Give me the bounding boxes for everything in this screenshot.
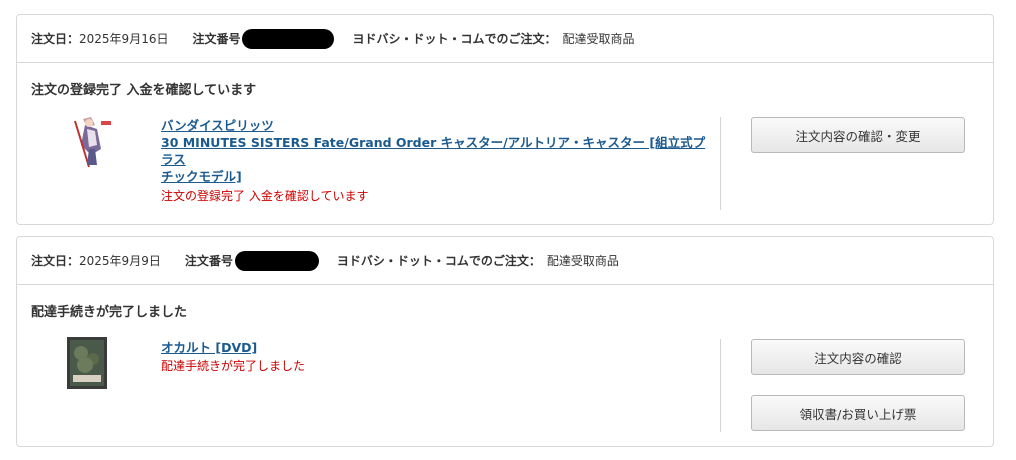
- order-number-redaction: [242, 28, 335, 49]
- order-card: 注文日： 2025年9月16日 注文番号 ヨドバシ・ドット・コムでのご注文： 配…: [16, 14, 994, 225]
- confirm-order-button[interactable]: 注文内容の確認: [751, 339, 965, 375]
- order-status-title: 注文の登録完了 入金を確認しています: [31, 83, 257, 98]
- divider: [720, 339, 721, 432]
- order-status-title: 配達手続きが完了しました: [31, 305, 188, 320]
- order-number-label: 注文番号: [192, 32, 241, 46]
- figure-product-thumbnail[interactable]: [61, 115, 121, 169]
- item-brand-link[interactable]: バンダイスピリッツ: [161, 118, 274, 133]
- order-date-value: 2025年9月9日: [79, 254, 161, 268]
- confirm-change-order-button[interactable]: 注文内容の確認・変更: [751, 117, 965, 153]
- dvd-cover-thumbnail[interactable]: [67, 337, 107, 389]
- item-status: 配達手続きが完了しました: [161, 359, 306, 373]
- item-info: オカルト [DVD] 配達手続きが完了しました: [161, 339, 709, 375]
- item-status: 注文の登録完了 入金を確認しています: [161, 189, 369, 203]
- receipt-button[interactable]: 領収書/お買い上げ票: [751, 395, 965, 431]
- shop-label: ヨドバシ・ドット・コムでのご注文：: [336, 254, 541, 268]
- order-date-value: 2025年9月16日: [79, 32, 169, 46]
- order-card: 注文日： 2025年9月9日 注文番号 ヨドバシ・ドット・コムでのご注文： 配達…: [16, 236, 994, 447]
- order-date-label: 注文日：: [31, 32, 80, 46]
- order-number-redaction: [234, 250, 319, 271]
- order-number-label: 注文番号: [184, 254, 233, 268]
- shop-label: ヨドバシ・ドット・コムでのご注文：: [352, 32, 557, 46]
- order-header: 注文日： 2025年9月9日 注文番号 ヨドバシ・ドット・コムでのご注文： 配達…: [17, 237, 993, 285]
- item-name-link[interactable]: 30 MINUTES SISTERS Fate/Grand Order キャスタ…: [161, 135, 705, 167]
- shop-value: 配達受取商品: [562, 32, 635, 46]
- order-header: 注文日： 2025年9月16日 注文番号 ヨドバシ・ドット・コムでのご注文： 配…: [17, 15, 993, 63]
- item-name-link-cont[interactable]: チックモデル]: [161, 169, 242, 184]
- item-info: バンダイスピリッツ 30 MINUTES SISTERS Fate/Grand …: [161, 117, 709, 205]
- divider: [720, 117, 721, 210]
- item-name-link[interactable]: オカルト [DVD]: [161, 340, 257, 355]
- shop-value: 配達受取商品: [546, 254, 619, 268]
- order-date-label: 注文日：: [31, 254, 80, 268]
